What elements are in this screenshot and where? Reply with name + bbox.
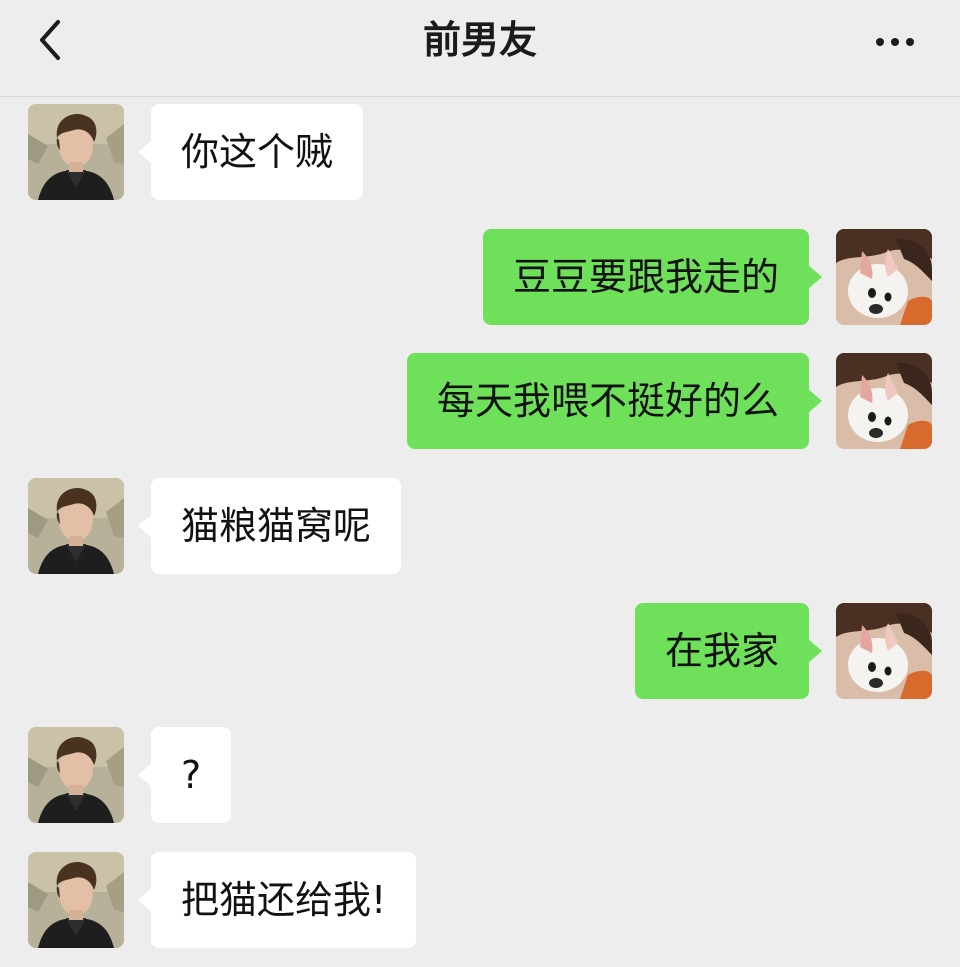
contact-avatar[interactable] — [28, 104, 124, 200]
message-bubble-received[interactable]: 把猫还给我! — [137, 852, 417, 948]
chat-header: 前男友 — [0, 0, 960, 97]
message-bubble-received[interactable]: 猫粮猫窝呢 — [137, 478, 402, 574]
chat-title: 前男友 — [422, 18, 537, 62]
message-bubble-received[interactable]: 你这个贼 — [137, 104, 364, 200]
my-avatar[interactable] — [836, 603, 932, 699]
contact-avatar[interactable] — [28, 852, 124, 948]
contact-avatar[interactable] — [28, 727, 124, 823]
more-options-button[interactable] — [870, 20, 920, 64]
my-avatar[interactable] — [836, 229, 932, 325]
contact-avatar[interactable] — [28, 478, 124, 574]
message-bubble-sent[interactable]: 在我家 — [634, 603, 823, 699]
more-horizontal-icon — [876, 38, 914, 46]
my-avatar[interactable] — [836, 353, 932, 449]
message-bubble-sent[interactable]: 豆豆要跟我走的 — [482, 229, 823, 325]
message-bubble-received[interactable]: ? — [137, 727, 232, 823]
message-bubble-sent[interactable]: 每天我喂不挺好的么 — [406, 353, 823, 449]
